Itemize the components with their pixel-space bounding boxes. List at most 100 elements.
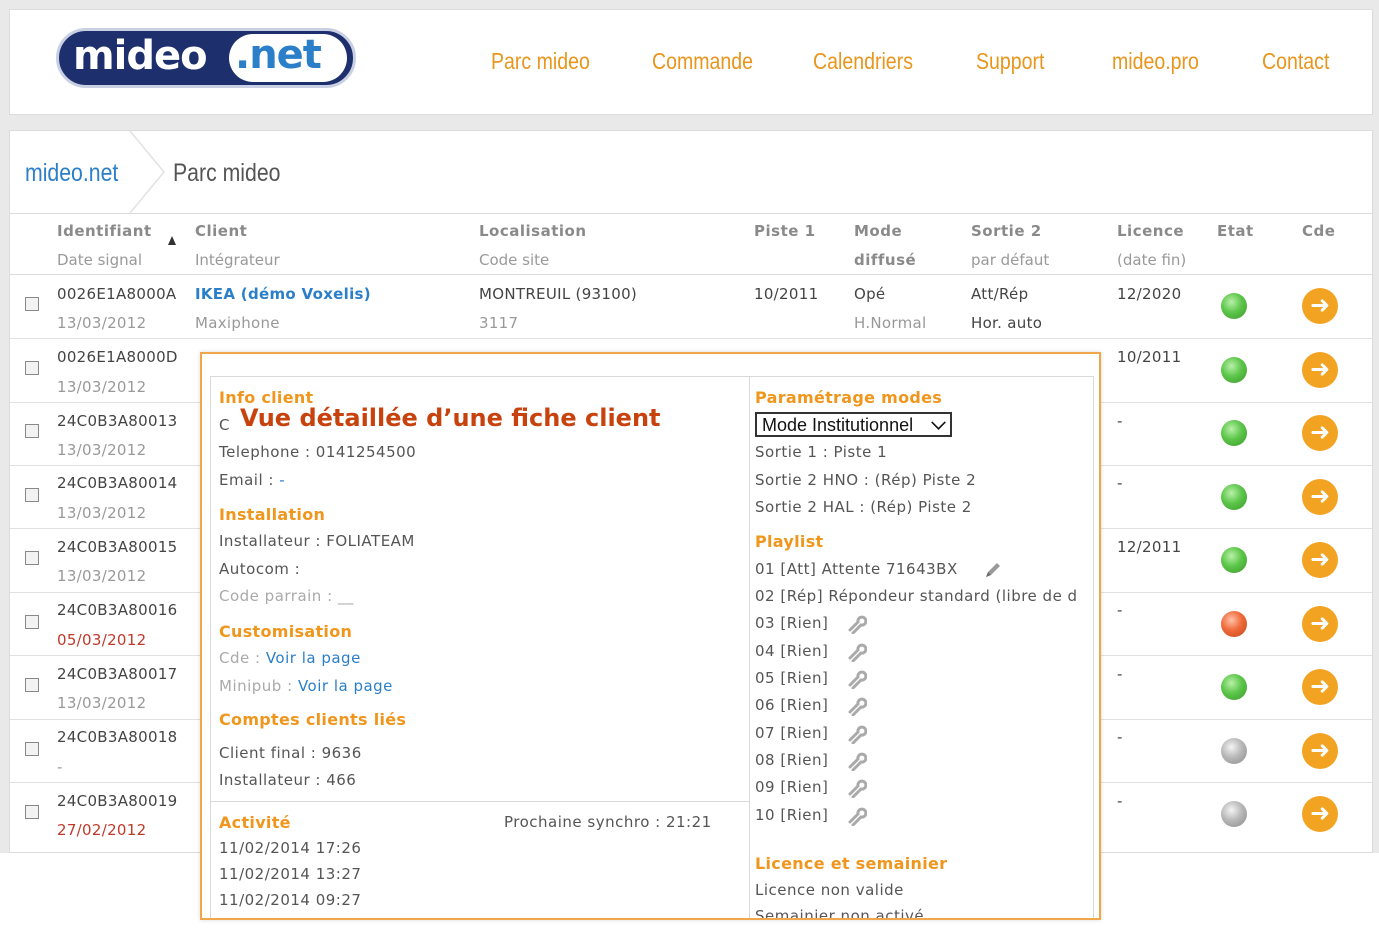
col-header-localisation[interactable]: Localisation bbox=[479, 222, 587, 240]
col-subheader-code-site: Code site bbox=[479, 251, 550, 269]
col-header-licence[interactable]: Licence bbox=[1117, 222, 1184, 240]
row-licence: - bbox=[1117, 792, 1123, 810]
row-date-signal: 13/03/2012 bbox=[57, 694, 147, 712]
row-checkbox[interactable] bbox=[25, 678, 39, 692]
cde-arrow-button[interactable]: ➜ bbox=[1302, 352, 1338, 388]
playlist-item: 06 [Rien] bbox=[755, 696, 829, 714]
row-sortie2-sub: Hor. auto bbox=[971, 314, 1043, 332]
row-licence: - bbox=[1117, 474, 1123, 492]
breadcrumb-divider bbox=[10, 213, 1372, 214]
playlist-item: 08 [Rien] bbox=[755, 751, 829, 769]
row-checkbox[interactable] bbox=[25, 488, 39, 502]
wrench-icon[interactable] bbox=[847, 614, 867, 634]
licence-status: Licence non valide bbox=[755, 881, 904, 899]
status-green-icon bbox=[1221, 293, 1247, 319]
customisation-minipub: Minipub : Voir la page bbox=[219, 677, 393, 695]
row-checkbox[interactable] bbox=[25, 615, 39, 629]
col-header-sortie2[interactable]: Sortie 2 bbox=[971, 222, 1042, 240]
licence-heading: Licence et semainier bbox=[755, 854, 948, 873]
nav-parc-mideo[interactable]: Parc mideo bbox=[491, 48, 590, 75]
playlist-item: 01 [Att] Attente 71643BX bbox=[755, 560, 958, 578]
col-subheader-date-signal: Date signal bbox=[57, 251, 142, 269]
chevron-down-icon bbox=[931, 415, 946, 430]
wrench-icon[interactable] bbox=[847, 642, 867, 662]
mode-line-sortie2-hno: Sortie 2 HNO : (Rép) Piste 2 bbox=[755, 471, 977, 489]
col-header-identifiant[interactable]: Identifiant bbox=[57, 222, 152, 240]
cde-arrow-button[interactable]: ➜ bbox=[1302, 479, 1338, 515]
semainier-status: Semainier non activé bbox=[755, 907, 925, 920]
col-header-etat[interactable]: Etat bbox=[1217, 222, 1254, 240]
playlist-item: 05 [Rien] bbox=[755, 669, 829, 687]
nav-support[interactable]: Support bbox=[976, 48, 1044, 75]
nav-contact[interactable]: Contact bbox=[1262, 48, 1329, 75]
playlist-item: 10 [Rien] bbox=[755, 806, 829, 824]
wrench-icon[interactable] bbox=[847, 806, 867, 826]
nav-mideo-pro[interactable]: mideo.pro bbox=[1112, 48, 1199, 75]
cde-arrow-button[interactable]: ➜ bbox=[1302, 669, 1338, 705]
col-header-piste1[interactable]: Piste 1 bbox=[754, 222, 816, 240]
row-date-signal: 13/03/2012 bbox=[57, 314, 147, 332]
wrench-icon[interactable] bbox=[847, 751, 867, 771]
row-identifiant: 24C0B3A80016 bbox=[57, 601, 178, 619]
col-header-mode[interactable]: Mode bbox=[854, 222, 902, 240]
col-header-client[interactable]: Client bbox=[195, 222, 247, 240]
sort-ascending-icon[interactable] bbox=[168, 236, 176, 245]
activity-heading: Activité bbox=[219, 813, 291, 832]
row-licence: - bbox=[1117, 728, 1123, 746]
row-date-signal: 05/03/2012 bbox=[57, 631, 147, 649]
row-mode: Opé bbox=[854, 285, 886, 303]
mode-select-value: Mode Institutionnel bbox=[762, 415, 914, 435]
installation-autocom: Autocom : bbox=[219, 560, 301, 578]
row-client-link[interactable]: IKEA (démo Voxelis) bbox=[195, 285, 371, 303]
logo-net-badge: .net bbox=[229, 32, 347, 82]
installation-code-parrain: Code parrain : __ bbox=[219, 587, 354, 605]
activity-entry: 11/02/2014 13:27 bbox=[219, 865, 362, 883]
wrench-icon[interactable] bbox=[847, 669, 867, 689]
row-licence: - bbox=[1117, 665, 1123, 683]
row-licence: 12/2020 bbox=[1117, 285, 1182, 303]
playlist-item: 09 [Rien] bbox=[755, 778, 829, 796]
client-detail-popup: Info client C Vue détaillée d’une fiche … bbox=[200, 352, 1101, 920]
cde-arrow-button[interactable]: ➜ bbox=[1302, 733, 1338, 769]
playlist-item: 03 [Rien] bbox=[755, 614, 829, 632]
nav-calendriers[interactable]: Calendriers bbox=[813, 48, 913, 75]
cde-arrow-button[interactable]: ➜ bbox=[1302, 415, 1338, 451]
col-subheader-date-fin: (date fin) bbox=[1117, 251, 1187, 269]
row-date-signal: - bbox=[57, 758, 63, 776]
cde-arrow-button[interactable]: ➜ bbox=[1302, 606, 1338, 642]
breadcrumb-home[interactable]: mideo.net bbox=[25, 159, 118, 188]
cde-arrow-button[interactable]: ➜ bbox=[1302, 288, 1338, 324]
row-licence: 10/2011 bbox=[1117, 348, 1182, 366]
row-licence: - bbox=[1117, 601, 1123, 619]
info-phone: Telephone : 0141254500 bbox=[219, 443, 417, 461]
wrench-icon[interactable] bbox=[847, 696, 867, 716]
row-checkbox[interactable] bbox=[25, 424, 39, 438]
mode-select[interactable]: Mode Institutionnel bbox=[755, 412, 952, 437]
row-checkbox[interactable] bbox=[25, 361, 39, 375]
customisation-cde-link[interactable]: Voir la page bbox=[266, 649, 361, 667]
installation-heading: Installation bbox=[219, 505, 326, 524]
row-checkbox[interactable] bbox=[25, 805, 39, 819]
pencil-icon[interactable] bbox=[983, 560, 1003, 580]
wrench-icon[interactable] bbox=[847, 778, 867, 798]
nav-commande[interactable]: Commande bbox=[652, 48, 753, 75]
playlist-heading: Playlist bbox=[755, 532, 824, 551]
accounts-heading: Comptes clients liés bbox=[219, 710, 407, 729]
row-checkbox[interactable] bbox=[25, 551, 39, 565]
row-date-signal: 13/03/2012 bbox=[57, 378, 147, 396]
cde-arrow-button[interactable]: ➜ bbox=[1302, 542, 1338, 578]
breadcrumb-current: Parc mideo bbox=[173, 159, 281, 187]
wrench-icon[interactable] bbox=[847, 724, 867, 744]
popup-title: Vue détaillée d’une fiche client bbox=[240, 404, 661, 432]
row-identifiant: 24C0B3A80017 bbox=[57, 665, 178, 683]
status-green-icon bbox=[1221, 674, 1247, 700]
info-email-link[interactable]: - bbox=[279, 471, 285, 489]
breadcrumb-separator bbox=[129, 131, 165, 213]
playlist-item: 02 [Rép] Répondeur standard (libre de d bbox=[755, 587, 1078, 605]
row-checkbox[interactable] bbox=[25, 742, 39, 756]
mideo-logo[interactable]: mideo .net bbox=[56, 28, 356, 88]
col-header-cde[interactable]: Cde bbox=[1302, 222, 1335, 240]
cde-arrow-button[interactable]: ➜ bbox=[1302, 796, 1338, 832]
row-checkbox[interactable] bbox=[25, 297, 39, 311]
customisation-minipub-link[interactable]: Voir la page bbox=[298, 677, 393, 695]
